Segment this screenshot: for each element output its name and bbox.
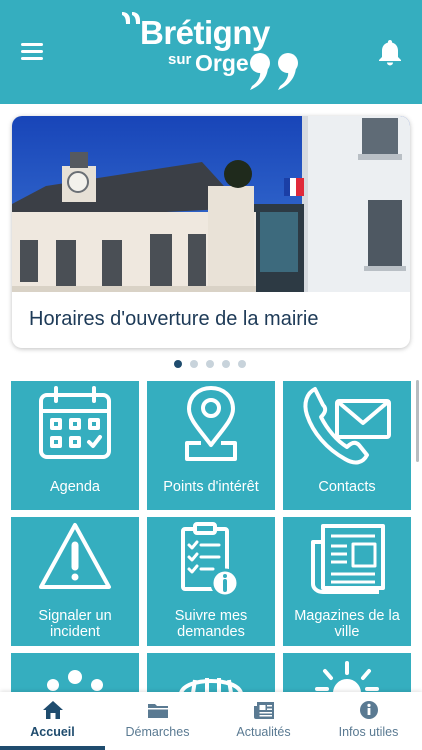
logo-line1: Brétigny: [140, 14, 270, 51]
nav-accueil[interactable]: Accueil: [0, 692, 105, 750]
carousel-dot[interactable]: [238, 360, 246, 368]
carousel-dot[interactable]: [190, 360, 198, 368]
map-pin-icon: [185, 386, 237, 461]
newspaper-icon: [311, 524, 385, 594]
sun-icon: [315, 661, 379, 692]
carousel-dot[interactable]: [222, 360, 230, 368]
tile-agenda[interactable]: Agenda: [11, 381, 139, 510]
nav-infos-utiles[interactable]: Infos utiles: [316, 692, 421, 750]
tile-row3-2[interactable]: [147, 653, 275, 692]
tile-signaler-incident-label: Signaler un incident: [38, 608, 112, 640]
market-awning-icon: [179, 678, 243, 692]
carousel-dot[interactable]: [206, 360, 214, 368]
phone-envelope-icon: [303, 387, 391, 465]
app-header: Brétigny sur Orge: [0, 0, 422, 104]
folder-icon: [148, 704, 168, 718]
bell-icon[interactable]: [377, 38, 403, 66]
info-icon: [360, 701, 378, 719]
people-group-icon: [47, 670, 103, 691]
tile-row3-3[interactable]: [283, 653, 411, 692]
hamburger-menu-icon[interactable]: [21, 43, 43, 61]
nav-actualites-label: Actualités: [236, 725, 291, 739]
home-icon: [43, 701, 63, 719]
logo-orge: Orge: [195, 50, 249, 76]
nav-accueil-label: Accueil: [30, 725, 75, 739]
warning-icon: [39, 523, 111, 589]
nav-actualites[interactable]: Actualités: [211, 692, 316, 750]
checklist-icon: [181, 522, 240, 598]
tile-contacts-label: Contacts: [318, 479, 376, 495]
tile-signaler-incident[interactable]: Signaler un incident: [11, 517, 139, 646]
banner-card[interactable]: Horaires d'ouverture de la mairie: [12, 116, 410, 348]
tile-magazines-label: Magazines de la ville: [294, 608, 400, 640]
nav-active-indicator: [0, 746, 105, 750]
scrollbar[interactable]: [416, 380, 419, 462]
app-screen: Brétigny sur Orge Horaires d'ouverture d…: [0, 0, 422, 750]
tile-row3-1[interactable]: [11, 653, 139, 692]
carousel-dot-active[interactable]: [174, 360, 182, 368]
carousel-dots: [174, 360, 246, 368]
tile-agenda-label: Agenda: [50, 479, 100, 495]
nav-infos-utiles-label: Infos utiles: [338, 725, 399, 739]
tile-points-interet-label: Points d'intérêt: [163, 479, 259, 495]
calendar-icon: [39, 386, 111, 459]
tile-suivre-demandes[interactable]: Suivre mes demandes: [147, 517, 275, 646]
tile-contacts[interactable]: Contacts: [283, 381, 411, 510]
logo-sur: sur: [168, 51, 192, 68]
news-icon: [254, 702, 274, 719]
town-hall-photo: [12, 116, 410, 292]
banner-title: Horaires d'ouverture de la mairie: [29, 308, 319, 330]
tile-magazines[interactable]: Magazines de la ville: [283, 517, 411, 646]
nav-demarches-label: Démarches: [125, 725, 190, 739]
nav-demarches[interactable]: Démarches: [105, 692, 210, 750]
tile-suivre-demandes-label: Suivre mes demandes: [174, 608, 248, 640]
tile-points-interet[interactable]: Points d'intérêt: [147, 381, 275, 510]
logo-quote-right-icon: [250, 53, 298, 90]
app-logo: Brétigny sur Orge: [120, 8, 305, 92]
bottom-nav: Accueil Démarches Actualités Infos utile…: [0, 692, 422, 750]
